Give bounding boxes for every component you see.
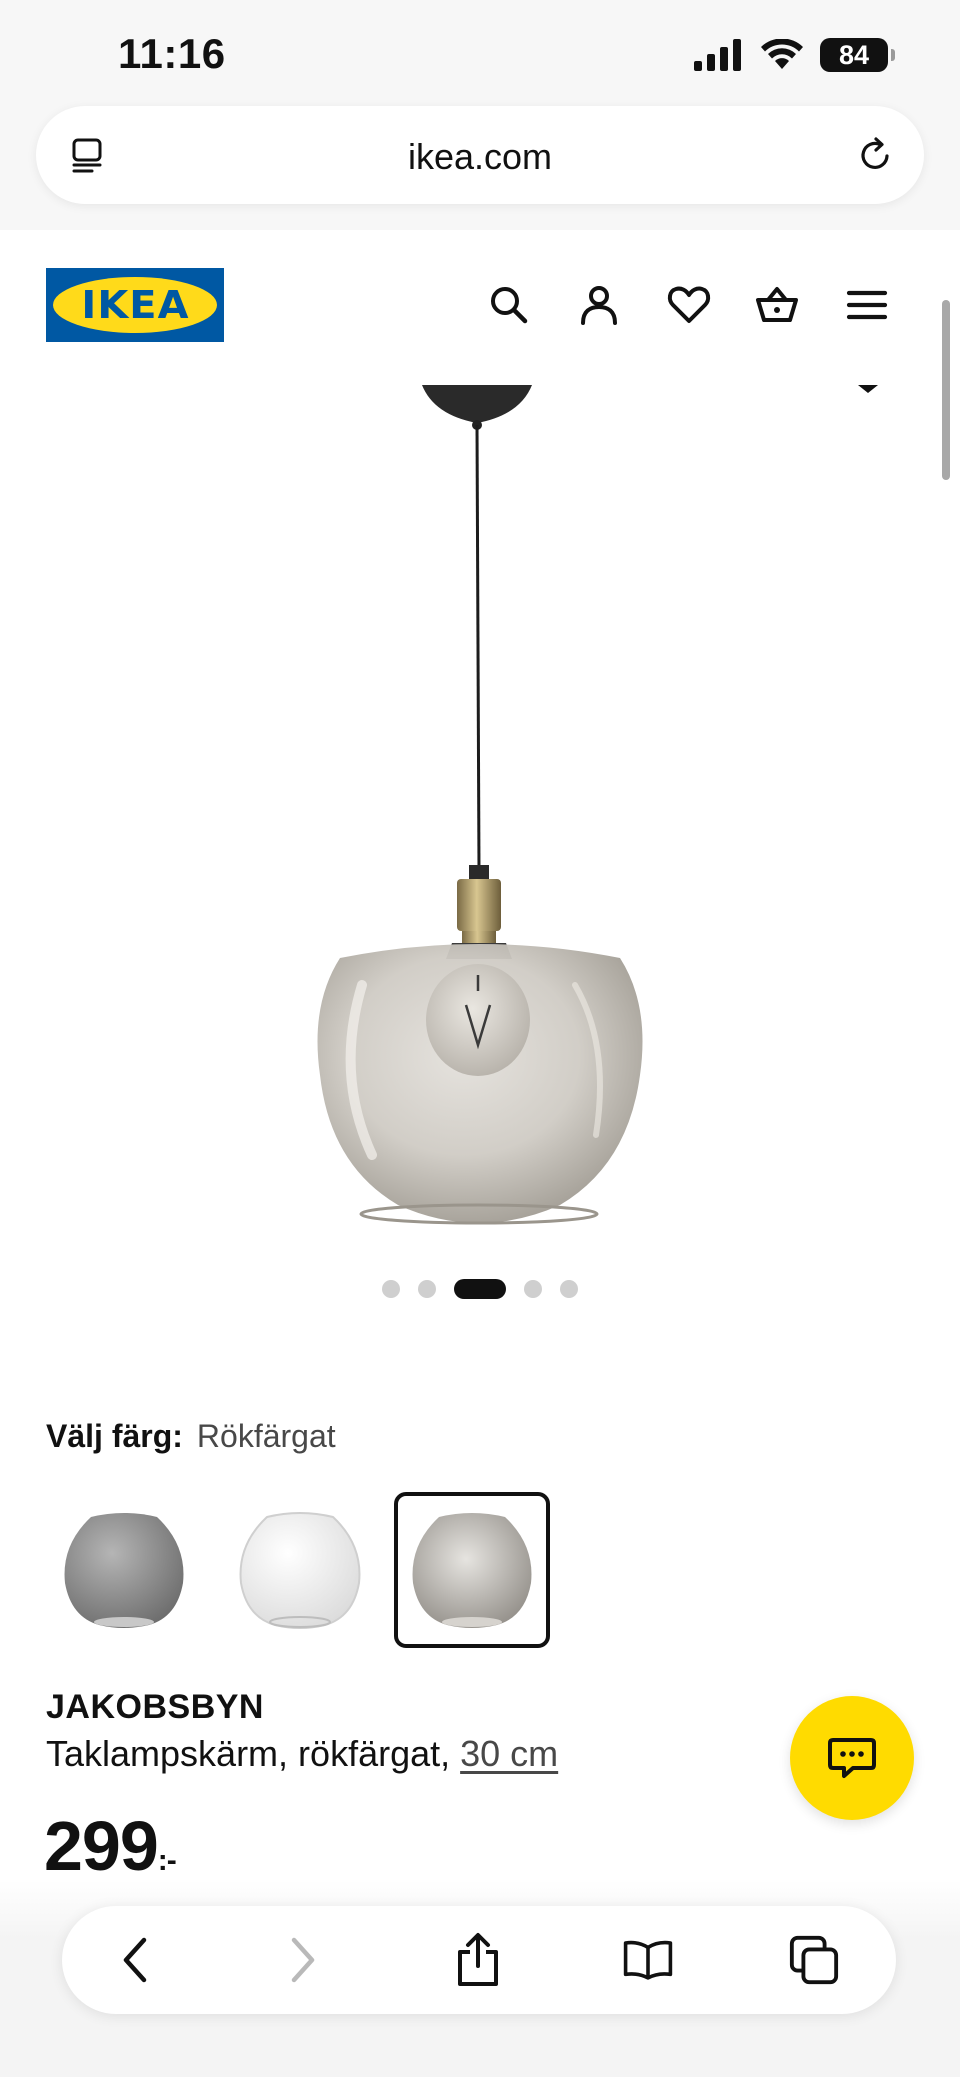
ikea-logo[interactable]: IKEA	[46, 268, 224, 342]
forward-button[interactable]	[276, 1934, 328, 1986]
menu-icon[interactable]	[844, 282, 890, 328]
carousel-dot-1[interactable]	[382, 1280, 400, 1298]
carousel-dot-2[interactable]	[418, 1280, 436, 1298]
product-name: JAKOBSBYN	[46, 1688, 264, 1726]
carousel-dots	[0, 1279, 960, 1299]
colour-picker-heading: Välj färg: Rökfärgat	[46, 1418, 336, 1455]
browser-toolbar	[62, 1906, 896, 2014]
site-header: IKEA	[0, 230, 960, 380]
address-bar[interactable]: ikea.com	[36, 106, 924, 204]
ikea-logo-text: IKEA	[80, 283, 190, 327]
bookmarks-button[interactable]	[622, 1934, 674, 1986]
bookmarks-icon	[623, 1940, 673, 1980]
colour-option-clear[interactable]	[222, 1492, 378, 1648]
browser-top-bar: ikea.com	[0, 100, 960, 230]
share-button[interactable]	[452, 1933, 504, 1986]
url-text[interactable]: ikea.com	[36, 136, 924, 178]
colour-value: Rökfärgat	[196, 1418, 336, 1454]
grey-glass-shade	[64, 1513, 184, 1628]
wifi-icon	[761, 39, 803, 69]
basket-icon[interactable]	[754, 282, 800, 328]
back-icon	[123, 1937, 147, 1983]
product-description-text: Taklampskärm, rökfärgat,	[46, 1733, 461, 1774]
size-link[interactable]: 30 cm	[460, 1733, 558, 1774]
colour-option-grey[interactable]	[46, 1492, 202, 1648]
account-icon[interactable]	[576, 282, 622, 328]
product-image[interactable]	[0, 385, 960, 1245]
status-icons: 84	[694, 38, 895, 72]
status-bar: 11:16 84	[0, 0, 960, 100]
cellular-signal-icon	[694, 39, 741, 71]
chat-button[interactable]	[790, 1696, 914, 1820]
colour-option-smoke-selected[interactable]	[394, 1492, 550, 1648]
carousel-dot-3-active[interactable]	[454, 1279, 506, 1299]
status-time: 11:16	[118, 30, 226, 77]
product-description: Taklampskärm, rökfärgat, 30 cm	[46, 1733, 558, 1775]
battery-icon: 84	[820, 38, 895, 72]
tabs-button[interactable]	[788, 1934, 840, 1986]
product-price: 299:-	[44, 1806, 177, 1886]
reload-icon[interactable]	[854, 134, 896, 176]
smoke-glass-pendant-lamp	[317, 385, 878, 1225]
search-icon[interactable]	[486, 282, 532, 328]
ikea-logo-oval: IKEA	[53, 277, 217, 333]
smoke-glass-shade	[412, 1513, 532, 1628]
carousel-dot-4[interactable]	[524, 1280, 542, 1298]
share-icon	[458, 1933, 498, 1986]
tabs-icon	[789, 1935, 839, 1985]
forward-icon	[291, 1937, 315, 1983]
carousel-dot-5[interactable]	[560, 1280, 578, 1298]
chat-icon	[828, 1738, 876, 1778]
price-value: 299	[44, 1807, 159, 1885]
clear-glass-shade	[239, 1512, 361, 1629]
colour-label: Välj färg:	[46, 1418, 183, 1454]
price-suffix: :-	[157, 1844, 177, 1877]
heart-icon[interactable]	[666, 282, 712, 328]
back-button[interactable]	[110, 1934, 162, 1986]
